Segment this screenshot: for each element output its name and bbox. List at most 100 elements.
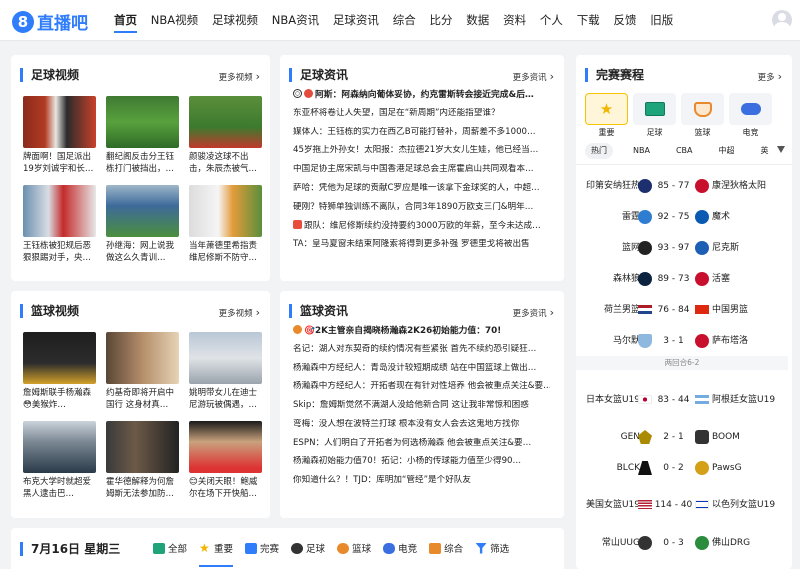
tab-soccer[interactable]: 足球 bbox=[291, 541, 325, 555]
news-item[interactable]: 硬刚？特狮单独训练不离队，合同3年1890万欧支三门&明年… bbox=[293, 202, 550, 221]
video-caption[interactable]: 当年萧德里希指责维尼修斯不防守… bbox=[189, 240, 262, 264]
nav-item-home[interactable]: 首页 bbox=[114, 13, 137, 33]
tab-esports[interactable]: 电竞 bbox=[383, 541, 417, 555]
video-item[interactable]: 孙继海：网上说我做这么久青训… bbox=[106, 185, 179, 274]
nav-item-stats[interactable]: 数据 bbox=[466, 13, 489, 27]
video-caption[interactable]: 詹姆斯联手杨瀚森😳美猴炸… bbox=[23, 387, 96, 411]
nav-item-download[interactable]: 下载 bbox=[577, 13, 600, 27]
video-item[interactable]: 牌面啊！国足派出19岁刘诚宇和长… bbox=[23, 96, 96, 185]
nav-item-soccer-video[interactable]: 足球视频 bbox=[212, 13, 258, 27]
nav-item-soccer-news[interactable]: 足球资讯 bbox=[333, 13, 379, 27]
nav-item-scores[interactable]: 比分 bbox=[430, 13, 453, 27]
video-caption[interactable]: 颜骏凌这球不出击，朱辰杰被气… bbox=[189, 151, 262, 175]
news-item[interactable]: 杨瀚森初始能力值70！拓记：小杨的传球能力值至少得90… bbox=[293, 456, 550, 475]
user-avatar-icon[interactable] bbox=[772, 10, 792, 30]
match-row[interactable]: 印第安纳狂热 85 - 77 康涅狄格太阳 bbox=[576, 179, 788, 193]
nav-item-nba-news[interactable]: NBA资讯 bbox=[272, 13, 319, 27]
match-row[interactable]: GEN 2 - 1 BOOM bbox=[576, 430, 788, 444]
video-thumbnail[interactable] bbox=[23, 421, 96, 473]
news-item[interactable]: 杨瀚森中方经纪人：青岛没计较短期成绩 站在中国篮球上做出… bbox=[293, 363, 550, 382]
video-thumbnail[interactable] bbox=[23, 185, 96, 237]
news-item[interactable]: 媒体人：王钰栋的实力在西乙B可能打替补，周薪差不多1000… bbox=[293, 127, 550, 146]
match-row[interactable]: 美国女篮U19 114 - 40 以色列女篮U19 bbox=[576, 498, 788, 512]
video-item[interactable]: 布克大学时就超爱黑人逮击巴… bbox=[23, 421, 96, 510]
basketball-news-more-link[interactable]: 更多资讯 bbox=[513, 306, 554, 319]
nav-item-old-version[interactable]: 旧版 bbox=[650, 13, 673, 27]
video-item[interactable]: 霍华德解释为何詹姆斯无法参加防… bbox=[106, 421, 179, 510]
tab-basketball[interactable]: 篮球 bbox=[337, 541, 371, 555]
match-row[interactable]: 日本女篮U19 83 - 44 阿根廷女篮U19 bbox=[576, 393, 788, 407]
news-item[interactable]: ESPN：人们明白了开拓者为何选杨瀚森 他会被重点关注&要… bbox=[293, 438, 550, 457]
match-row[interactable]: 常山UUG 0 - 3 佛山DRG bbox=[576, 536, 788, 550]
video-caption[interactable]: 牌面啊！国足派出19岁刘诚宇和长… bbox=[23, 151, 96, 175]
video-thumbnail[interactable] bbox=[189, 185, 262, 237]
news-item[interactable]: 萨哈：凭他为足球的贡献C罗应是唯一该拿下金球奖的人，中超… bbox=[293, 183, 550, 202]
soccer-news-more-link[interactable]: 更多资讯 bbox=[513, 70, 554, 83]
video-item[interactable]: 翻纪阁反击分王钰栋打门被挡出，… bbox=[106, 96, 179, 185]
tab-esports[interactable]: 电竞 bbox=[729, 93, 772, 138]
video-thumbnail[interactable] bbox=[189, 421, 262, 473]
video-thumbnail[interactable] bbox=[189, 332, 262, 384]
video-caption[interactable]: 霍华德解释为何詹姆斯无法参加防… bbox=[106, 476, 179, 500]
tab-epl[interactable]: 英 bbox=[755, 143, 775, 159]
match-row[interactable]: 篮网 93 - 97 尼克斯 bbox=[576, 241, 788, 255]
video-item[interactable]: 约基奇即将开启中国行 这身材真… bbox=[106, 332, 179, 421]
nav-item-general[interactable]: 综合 bbox=[393, 13, 416, 27]
news-item[interactable]: 中国足协主席宋凯与中国香港足球总会主席霍启山共同观看本… bbox=[293, 164, 550, 183]
tab-filter[interactable]: 筛选 bbox=[475, 541, 509, 555]
match-row[interactable]: 马尔默 3 - 1 萨布塔洛 bbox=[576, 334, 788, 348]
match-row[interactable]: 荷兰男篮 76 - 84 中国男篮 bbox=[576, 303, 788, 317]
news-item[interactable]: 🎯2K主管亲自揭晓杨瀚森2K26初始能力值：70! bbox=[293, 325, 550, 344]
video-item[interactable]: 王钰栋被犯规后恶狠狠踢对手，央… bbox=[23, 185, 96, 274]
video-caption[interactable]: 王钰栋被犯规后恶狠狠踢对手，央… bbox=[23, 240, 96, 264]
match-row[interactable]: BLCK 0 - 2 PawsG bbox=[576, 461, 788, 475]
video-caption[interactable]: 布克大学时就超爱黑人逮击巴… bbox=[23, 476, 96, 500]
tab-csl[interactable]: 中超 bbox=[713, 143, 741, 159]
video-thumbnail[interactable] bbox=[23, 332, 96, 384]
video-caption[interactable]: 孙继海：网上说我做这么久青训… bbox=[106, 240, 179, 264]
news-item[interactable]: 跟队：维尼修斯续约没持要约3000万欧的年薪，至今未达成… bbox=[293, 220, 550, 239]
tab-soccer[interactable]: 足球 bbox=[633, 93, 676, 138]
video-thumbnail[interactable] bbox=[23, 96, 96, 148]
site-logo[interactable]: 8 直播吧 bbox=[12, 9, 88, 34]
filter-icon[interactable] bbox=[777, 146, 785, 153]
video-thumbnail[interactable] bbox=[106, 96, 179, 148]
tab-important[interactable]: ★ 重要 bbox=[199, 541, 234, 567]
tab-nba[interactable]: NBA bbox=[627, 143, 656, 159]
video-caption[interactable]: 约基奇即将开启中国行 这身材真… bbox=[106, 387, 179, 411]
news-item[interactable]: 东亚杯将卷让人失望，国足在“新周期”内还能指望谁？ bbox=[293, 108, 550, 127]
news-item[interactable]: 你知道什么？！TJD：库明加“管经”是个好队友 bbox=[293, 475, 550, 494]
news-item[interactable]: 阿斯：阿森纳向葡体妥协，约克雷斯转会接近完成&后… bbox=[293, 89, 550, 108]
video-item[interactable]: 詹姆斯联手杨瀚森😳美猴炸… bbox=[23, 332, 96, 421]
nav-item-info[interactable]: 资料 bbox=[503, 13, 526, 27]
basketball-video-more-link[interactable]: 更多视频 bbox=[219, 306, 260, 319]
match-row[interactable]: 雷霆 92 - 75 魔术 bbox=[576, 210, 788, 224]
tab-important[interactable]: ★ 重要 bbox=[585, 93, 628, 138]
nav-item-nba-video[interactable]: NBA视频 bbox=[151, 13, 198, 27]
tab-cba[interactable]: CBA bbox=[670, 143, 699, 159]
video-item[interactable]: 颜骏凌这球不出击，朱辰杰被气… bbox=[189, 96, 262, 185]
video-caption[interactable]: 😊关闭天眼！鲍威尔在场下开快船… bbox=[189, 476, 262, 500]
news-item[interactable]: Skip：詹姆斯觉然不满湖人没给他新合同 这让我非常惊和困惑 bbox=[293, 400, 550, 419]
video-caption[interactable]: 翻纪阁反击分王钰栋打门被挡出，… bbox=[106, 151, 179, 175]
tab-general[interactable]: 综合 bbox=[429, 541, 463, 555]
video-thumbnail[interactable] bbox=[106, 421, 179, 473]
tab-all[interactable]: 全部 bbox=[153, 541, 187, 555]
video-item[interactable]: 姚明带女儿在迪士尼游玩被偶遇，… bbox=[189, 332, 262, 421]
video-item[interactable]: 😊关闭天眼！鲍威尔在场下开快船… bbox=[189, 421, 262, 510]
video-thumbnail[interactable] bbox=[106, 185, 179, 237]
news-item[interactable]: TA：皇马夏窗未结束阿隆索将得到更多补强 罗德里戈将被出售 bbox=[293, 239, 550, 258]
tab-basketball[interactable]: 篮球 bbox=[681, 93, 724, 138]
video-item[interactable]: 当年萧德里希指责维尼修斯不防守… bbox=[189, 185, 262, 274]
soccer-video-more-link[interactable]: 更多视频 bbox=[219, 70, 260, 83]
tab-hot[interactable]: 热门 bbox=[585, 143, 613, 159]
news-item[interactable]: 名记：湖人对东契奇的续约情况有些紧张 首先不续约恐引疑狂… bbox=[293, 344, 550, 363]
match-row[interactable]: 森林狼 89 - 73 活塞 bbox=[576, 272, 788, 286]
news-item[interactable]: 45岁拖上外孙女！太阳报：杰拉德21岁大女儿生娃，他已经当… bbox=[293, 145, 550, 164]
video-thumbnail[interactable] bbox=[106, 332, 179, 384]
news-item[interactable]: 弯梅：没人想在波特兰打球 根本没有女人会去这鬼地方找你 bbox=[293, 419, 550, 438]
video-thumbnail[interactable] bbox=[189, 96, 262, 148]
tab-finished[interactable]: 完赛 bbox=[245, 541, 279, 555]
news-item[interactable]: 杨瀚森中方经纪人：开拓者现在有针对性培养 他会被重点关注&要… bbox=[293, 381, 550, 400]
schedule-more-link[interactable]: 更多 bbox=[758, 70, 782, 83]
